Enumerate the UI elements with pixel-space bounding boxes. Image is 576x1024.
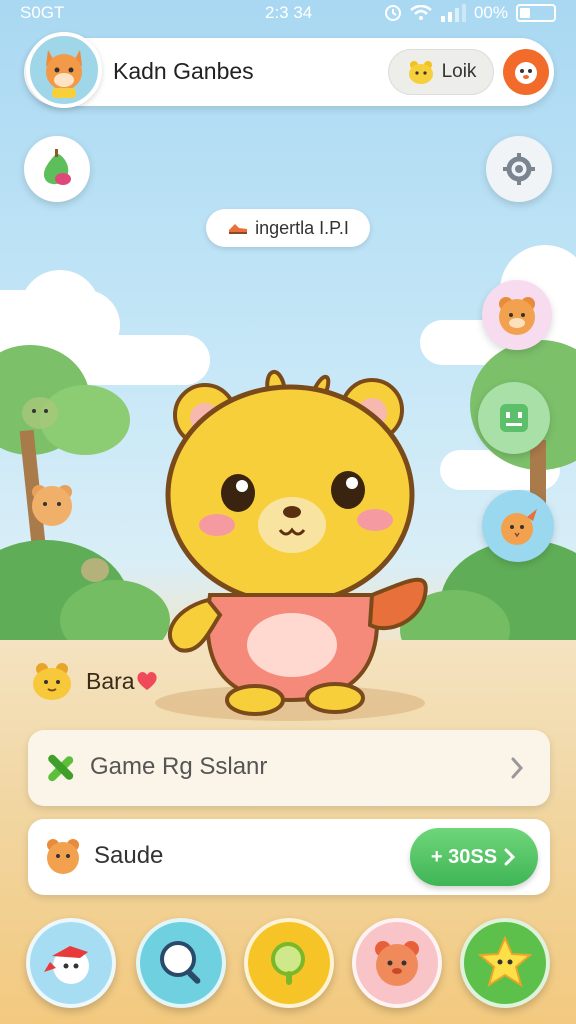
level-text: ingertla I.P.I [255, 217, 349, 238]
bear-shop-icon [47, 839, 79, 874]
look-label: Loik [441, 61, 477, 82]
clock: 2:3 34 [265, 3, 313, 22]
settings-button[interactable] [486, 136, 552, 202]
signal-icon [440, 4, 466, 22]
fox-avatar-icon [46, 50, 82, 98]
level-pill[interactable]: ingertla I.P.I [206, 209, 370, 247]
coins-button[interactable]: + 30SS [410, 828, 538, 886]
coins-label: + 30SS [430, 845, 498, 868]
green-robot-icon [500, 404, 528, 432]
green-pear-icon [43, 149, 71, 185]
pet-face-icon [33, 663, 71, 700]
floating-critter-icon [22, 397, 58, 429]
orange-face-icon [515, 62, 537, 84]
game-card-label: Game Rg Sslanr [90, 753, 268, 780]
pink-pet-icon [375, 941, 419, 986]
bear-pet-icon [499, 297, 535, 335]
floating-bear-icon [32, 485, 72, 526]
sneaker-icon [229, 224, 248, 234]
player-name: Kadn Ganbes [113, 58, 254, 84]
status-bar: S0GT 2:3 34 00% [0, 0, 576, 26]
pear-button[interactable] [24, 136, 90, 202]
shop-card-label: Saude [94, 842, 164, 869]
green-magnifier-icon [271, 942, 305, 985]
carrier-label: S0GT [20, 3, 65, 22]
player-avatar[interactable] [26, 32, 102, 108]
floating-critter-icon [81, 558, 109, 582]
battery-percent: 00% [473, 3, 508, 22]
robot-button[interactable] [478, 382, 550, 454]
nav-button-5[interactable] [460, 918, 550, 1008]
yellow-critter-icon [408, 61, 433, 84]
game-card[interactable]: Game Rg Sslanr [28, 730, 550, 806]
bird-button[interactable] [482, 490, 554, 562]
orange-bird-icon [501, 509, 537, 545]
nav-button-4[interactable] [352, 918, 442, 1008]
green-cross-icon [48, 754, 74, 782]
nav-button-3[interactable] [244, 918, 334, 1008]
gear-icon [503, 153, 535, 185]
look-button[interactable]: Loik [388, 49, 494, 95]
chevron-right-icon [504, 848, 516, 866]
pet-name: Bara [86, 667, 135, 694]
magnifier-icon [160, 941, 201, 984]
alarm-icon [384, 5, 401, 21]
pet-name-row: Bara [30, 656, 159, 706]
heart-icon [136, 672, 157, 690]
nav-button-1[interactable] [26, 918, 116, 1008]
status-icons: 00% [384, 3, 556, 23]
star-icon [477, 935, 533, 988]
red-bird-icon [44, 946, 89, 984]
pet-bear-button[interactable] [482, 280, 552, 350]
wifi-icon [410, 5, 432, 20]
battery-icon [516, 4, 556, 22]
nav-button-2[interactable] [136, 918, 226, 1008]
main-character[interactable] [150, 360, 440, 720]
chevron-right-icon [511, 757, 524, 779]
orange-face-button[interactable] [503, 49, 549, 95]
